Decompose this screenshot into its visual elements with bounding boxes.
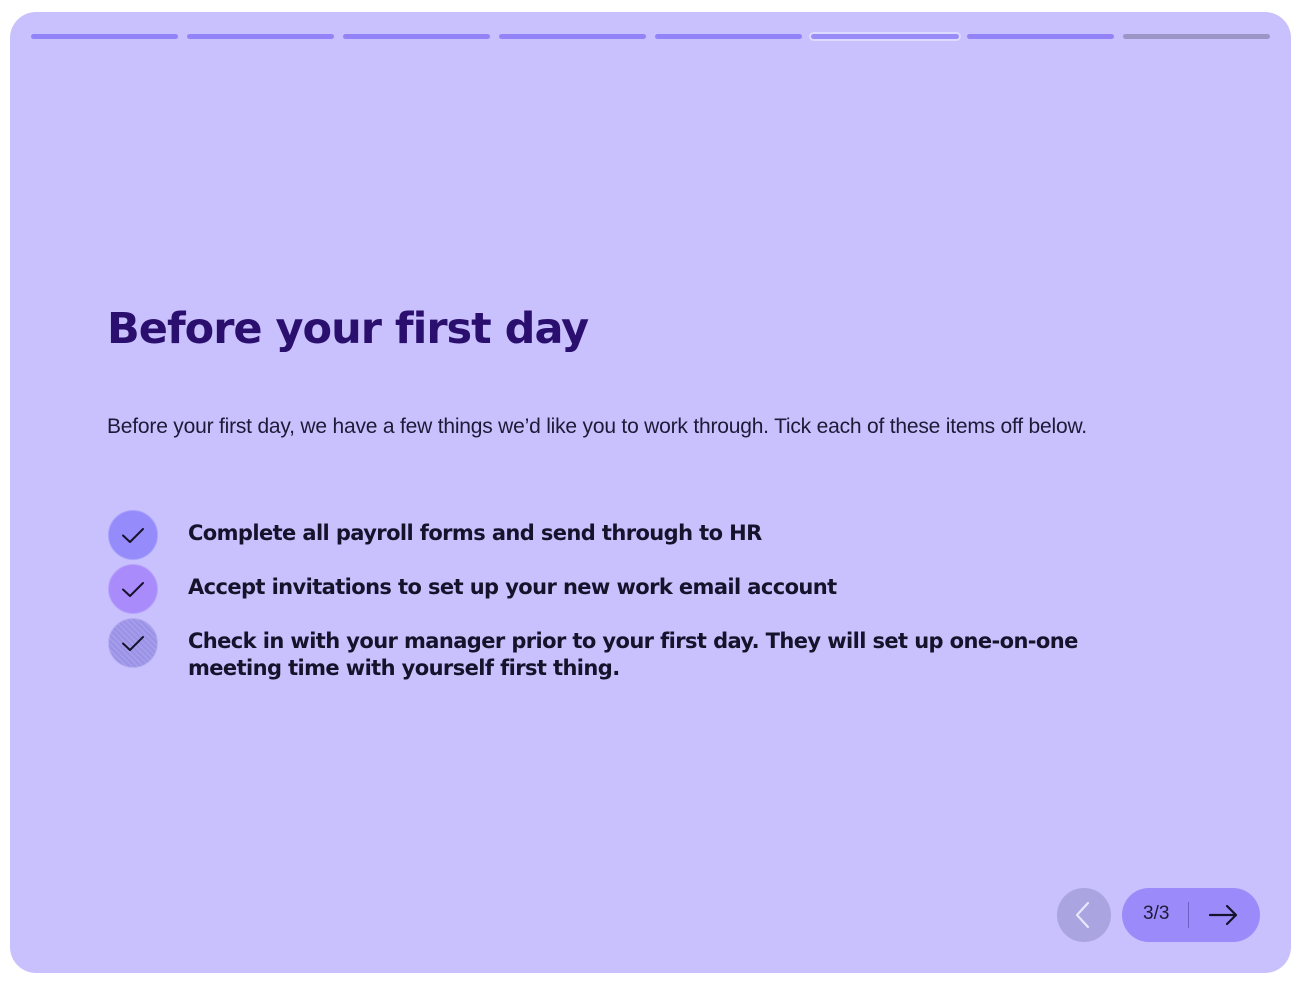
- progress-segment-6-current[interactable]: [809, 32, 961, 41]
- checkbox-checked[interactable]: [108, 618, 158, 668]
- check-icon: [122, 528, 144, 543]
- intro-text: Before your first day, we have a few thi…: [107, 415, 1087, 438]
- pager: 3/3: [1122, 888, 1260, 942]
- chevron-left-icon: [1075, 901, 1090, 929]
- progress-segment-8[interactable]: [1123, 34, 1270, 39]
- progress-segment-5[interactable]: [655, 34, 802, 39]
- checklist-item-label: Accept invitations to set up your new wo…: [188, 575, 837, 599]
- pager-divider: [1188, 902, 1189, 928]
- page-indicator: 3/3: [1143, 903, 1170, 924]
- page-title: Before your first day: [107, 304, 589, 354]
- arrow-right-icon: [1208, 904, 1238, 926]
- check-icon: [122, 582, 144, 597]
- progress-segment-3[interactable]: [343, 34, 490, 39]
- check-icon: [122, 636, 144, 651]
- checklist-item-label: Complete all payroll forms and send thro…: [188, 521, 762, 545]
- previous-button[interactable]: [1057, 888, 1111, 942]
- progress-segment-2[interactable]: [187, 34, 334, 39]
- checkbox-checked[interactable]: [108, 564, 158, 614]
- progress-segment-7[interactable]: [967, 34, 1114, 39]
- progress-segment-4[interactable]: [499, 34, 646, 39]
- onboarding-card: Before your first day Before your first …: [10, 12, 1291, 973]
- next-button[interactable]: [1200, 895, 1246, 935]
- checkbox-checked[interactable]: [108, 510, 158, 560]
- progress-bar: [31, 32, 1270, 42]
- progress-segment-1[interactable]: [31, 34, 178, 39]
- checklist-item-label: Check in with your manager prior to your…: [188, 629, 1078, 680]
